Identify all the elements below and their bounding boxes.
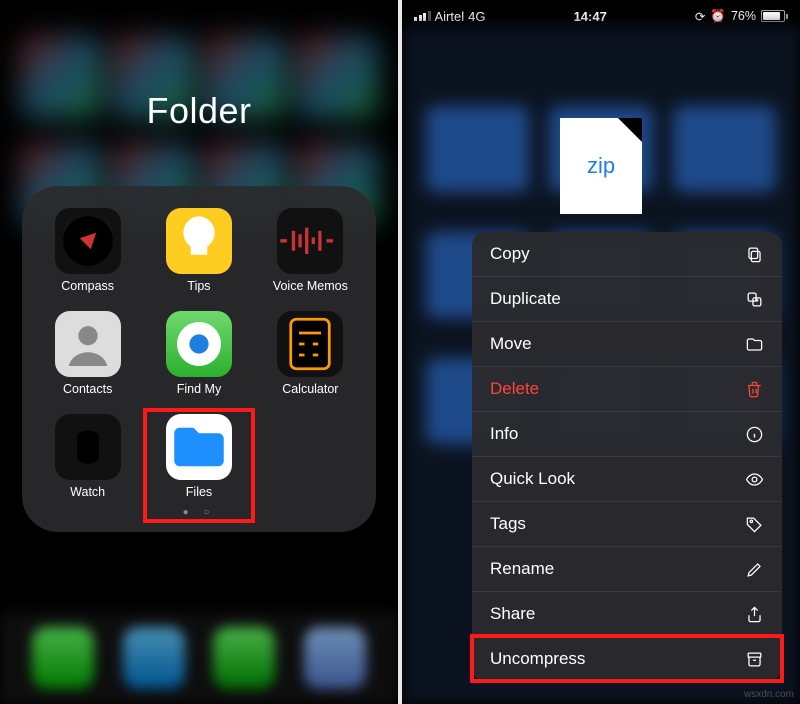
app-watch[interactable]: Watch [38,414,137,499]
menu-delete[interactable]: Delete [472,366,782,411]
menu-duplicate[interactable]: Duplicate [472,276,782,321]
app-contacts[interactable]: Contacts [38,311,137,396]
app-compass[interactable]: Compass [38,208,137,293]
page-dots[interactable]: ● ○ [38,507,360,518]
menu-label: Rename [490,559,554,579]
menu-label: Uncompress [490,649,585,669]
menu-move[interactable]: Move [472,321,782,366]
zip-label: zip [587,153,615,179]
battery-icon [761,10,788,22]
folder-icon [744,334,764,354]
dock-app-music[interactable] [304,627,366,689]
network-label: 4G [468,9,485,24]
contacts-icon [55,311,121,377]
tips-icon [166,208,232,274]
dock-app-messages[interactable] [213,627,275,689]
dock [0,612,398,704]
app-tips[interactable]: Tips [149,208,248,293]
menu-label: Duplicate [490,289,561,309]
app-label: Contacts [63,382,112,396]
dock-app-phone[interactable] [32,627,94,689]
signal-icon [414,11,431,21]
status-bar: Airtel 4G 14:47 ⟳ ⏰ 76% [402,0,800,26]
watch-icon [55,414,121,480]
app-label: Calculator [282,382,338,396]
menu-label: Delete [490,379,539,399]
menu-label: Tags [490,514,526,534]
context-menu: Copy Duplicate Move Delete Info Quick Lo… [472,232,782,681]
menu-quick-look[interactable]: Quick Look [472,456,782,501]
menu-label: Share [490,604,535,624]
status-time: 14:47 [485,9,694,24]
folder-panel: Compass Tips Voice Memos Contacts Find M… [22,186,376,532]
compass-icon [55,208,121,274]
voice-icon [277,208,343,274]
files-icon [166,414,232,480]
eye-icon [744,469,764,489]
menu-label: Move [490,334,532,354]
app-label: Find My [177,382,221,396]
right-screenshot: Airtel 4G 14:47 ⟳ ⏰ 76% zip Copy Duplica… [402,0,800,704]
menu-label: Quick Look [490,469,575,489]
trash-icon [744,379,764,399]
orientation-lock-icon: ⟳ [695,9,705,24]
menu-rename[interactable]: Rename [472,546,782,591]
app-label: Watch [70,485,105,499]
findmy-icon [166,311,232,377]
app-label: Tips [187,279,210,293]
alarm-icon: ⏰ [710,9,726,24]
app-label: Voice Memos [273,279,348,293]
dock-app-safari[interactable] [123,627,185,689]
tag-icon [744,514,764,534]
battery-pct: 76% [731,9,756,23]
app-label: Compass [61,279,114,293]
folder-title: Folder [0,90,398,132]
app-files[interactable]: Files [149,414,248,499]
info-icon [744,424,764,444]
menu-tags[interactable]: Tags [472,501,782,546]
archive-icon [744,649,764,669]
carrier-label: Airtel [435,9,465,24]
menu-share[interactable]: Share [472,591,782,636]
duplicate-icon [744,289,764,309]
watermark: wsxdn.com [744,689,794,700]
menu-label: Copy [490,244,530,264]
app-find-my[interactable]: Find My [149,311,248,396]
app-calculator[interactable]: Calculator [261,311,360,396]
calc-icon [277,311,343,377]
menu-label: Info [490,424,518,444]
folder-grid: Compass Tips Voice Memos Contacts Find M… [38,208,360,499]
menu-info[interactable]: Info [472,411,782,456]
left-screenshot: Folder Compass Tips Voice Memos Contacts… [0,0,398,704]
share-icon [744,604,764,624]
zip-file-preview[interactable]: zip [560,118,642,214]
copy-icon [744,244,764,264]
menu-copy[interactable]: Copy [472,232,782,276]
app-voice-memos[interactable]: Voice Memos [261,208,360,293]
app-label: Files [186,485,212,499]
pencil-icon [744,559,764,579]
menu-uncompress[interactable]: Uncompress [472,636,782,681]
